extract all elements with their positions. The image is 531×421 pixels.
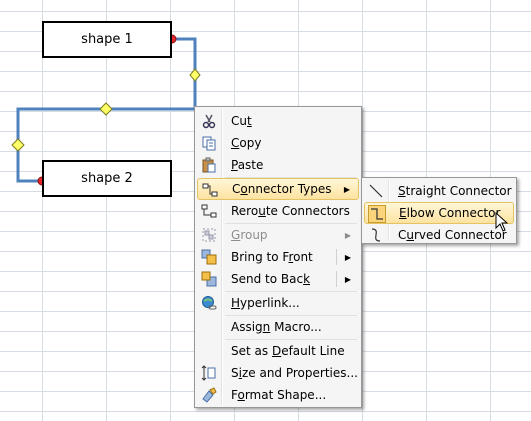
menu-item-assign-macro[interactable]: Assign Macro... — [197, 316, 359, 338]
paste-icon — [200, 156, 218, 174]
menu-item-copy[interactable]: Copy — [197, 132, 359, 154]
menu-item-cut[interactable]: Cut — [197, 110, 359, 132]
submenu-arrow-icon[interactable]: ▶ — [345, 275, 351, 284]
menu-item-send-to-back[interactable]: Send to Back ▶ — [197, 268, 359, 290]
adjust-handle — [11, 138, 25, 152]
hyperlink-icon — [200, 294, 218, 312]
copy-icon — [200, 134, 218, 152]
menu-item-format-shape[interactable]: Format Shape... — [197, 384, 359, 406]
menu-item-connector-types[interactable]: Connector Types ▶ — [197, 178, 359, 200]
context-menu: Cut Copy Paste Connector Types ▶ Reroute… — [194, 106, 362, 408]
connector-types-icon — [201, 181, 219, 199]
menu-item-size-properties[interactable]: Size and Properties... — [197, 362, 359, 384]
scissors-icon — [200, 112, 218, 130]
adjust-handle — [189, 68, 201, 82]
reroute-connectors-icon — [200, 202, 218, 220]
submenu-arrow-icon: ▶ — [344, 230, 351, 240]
submenu-arrow-icon[interactable]: ▶ — [345, 253, 351, 262]
submenu-arrow-icon: ▶ — [343, 184, 350, 194]
mouse-cursor-icon — [495, 212, 509, 232]
menu-item-hyperlink[interactable]: Hyperlink... — [197, 292, 359, 314]
menu-item-bring-to-front[interactable]: Bring to Front ▶ — [197, 246, 359, 268]
size-properties-icon — [200, 364, 218, 382]
connector-types-submenu: Straight Connector Elbow Connector Curve… — [361, 177, 517, 244]
shape-2[interactable]: shape 2 — [42, 160, 172, 197]
shape-2-label: shape 2 — [81, 171, 133, 186]
menu-item-group: Group ▶ — [197, 224, 359, 246]
submenu-item-curved-connector[interactable]: Curved Connector — [364, 224, 514, 246]
menu-item-set-default-line[interactable]: Set as Default Line — [197, 340, 359, 362]
shape-1-label: shape 1 — [81, 32, 133, 47]
submenu-item-straight-connector[interactable]: Straight Connector — [364, 180, 514, 202]
straight-connector-icon — [367, 182, 385, 200]
curved-connector-icon — [367, 226, 385, 244]
group-icon — [200, 226, 218, 244]
shape-1[interactable]: shape 1 — [42, 21, 172, 58]
adjust-handle — [99, 102, 113, 116]
submenu-item-elbow-connector[interactable]: Elbow Connector — [364, 202, 514, 224]
format-shape-icon — [200, 386, 218, 404]
bring-to-front-icon — [200, 248, 218, 266]
menu-item-reroute-connectors[interactable]: Reroute Connectors — [197, 200, 359, 222]
menu-item-paste[interactable]: Paste — [197, 154, 359, 176]
elbow-connector-icon — [368, 205, 386, 223]
send-to-back-icon — [200, 270, 218, 288]
